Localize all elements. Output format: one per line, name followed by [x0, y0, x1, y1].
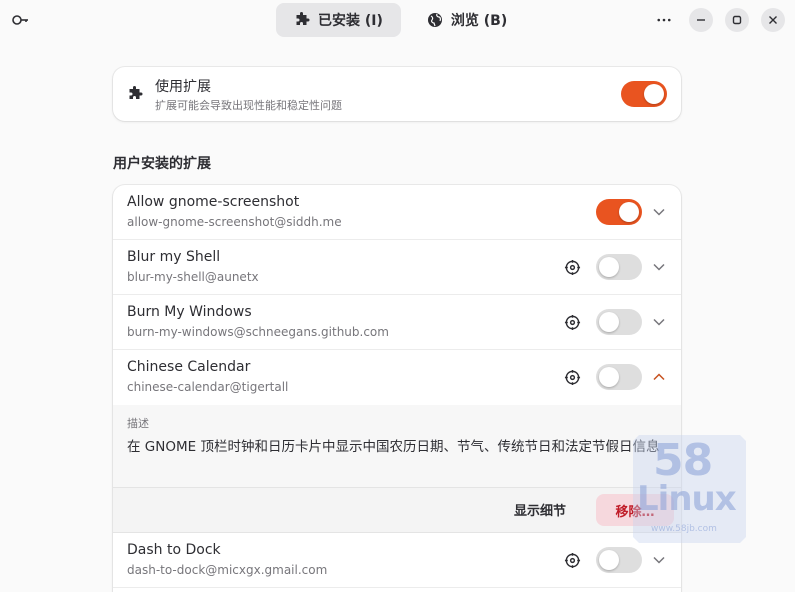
globe-icon	[427, 13, 442, 27]
extension-uuid: burn-my-windows@schneegans.github.com	[127, 325, 389, 339]
extension-uuid: dash-to-dock@micxgx.gmail.com	[127, 563, 328, 577]
chevron-down-icon[interactable]	[652, 262, 666, 272]
use-extensions-switch[interactable]	[621, 81, 667, 107]
extension-name: Blur my Shell	[127, 249, 221, 265]
close-icon	[769, 16, 777, 24]
extension-name: Chinese Calendar	[127, 359, 251, 375]
tab-installed-label: 已安装 (I)	[318, 13, 383, 29]
use-extensions-subtitle: 扩展可能会导致出现性能和稳定性问题	[155, 99, 342, 112]
key-icon[interactable]	[10, 10, 30, 30]
extension-row-chinese-calendar[interactable]: Chinese Calendar chinese-calendar@tigert…	[113, 350, 681, 405]
extension-uuid: blur-my-shell@aunetx	[127, 270, 259, 284]
maximize-button[interactable]	[725, 8, 749, 32]
extension-row-allow-gnome-screenshot[interactable]: Allow gnome-screenshot allow-gnome-scree…	[113, 185, 681, 240]
extension-switch[interactable]	[596, 199, 642, 225]
description-label: 描述	[127, 417, 149, 430]
extension-row-burn-my-windows[interactable]: Burn My Windows burn-my-windows@schneega…	[113, 295, 681, 350]
main-menu-button[interactable]	[651, 7, 677, 33]
use-extensions-row: 使用扩展 扩展可能会导致出现性能和稳定性问题	[113, 67, 681, 121]
section-title: 用户安装的扩展	[113, 156, 211, 172]
minimize-button[interactable]	[689, 8, 713, 32]
tab-browse[interactable]: 浏览 (B)	[409, 3, 525, 37]
extension-name: Burn My Windows	[127, 304, 252, 320]
minimize-icon	[697, 19, 705, 21]
extension-list: Allow gnome-screenshot allow-gnome-scree…	[113, 185, 681, 592]
chevron-down-icon[interactable]	[652, 317, 666, 327]
puzzle-icon	[296, 12, 310, 25]
use-extensions-title: 使用扩展	[155, 79, 211, 95]
chevron-down-icon[interactable]	[652, 207, 666, 217]
tab-installed[interactable]: 已安装 (I)	[276, 3, 401, 37]
show-details-button[interactable]: 显示细节	[514, 500, 566, 519]
settings-icon[interactable]	[564, 552, 581, 569]
extension-switch[interactable]	[596, 309, 642, 335]
extension-uuid: chinese-calendar@tigertall	[127, 380, 289, 394]
extension-row-dash-to-dock[interactable]: Dash to Dock dash-to-dock@micxgx.gmail.c…	[113, 533, 681, 588]
puzzle-icon	[129, 86, 143, 99]
extension-description-panel: 描述 在 GNOME 顶栏时钟和日历卡片中显示中国农历日期、节气、传统节日和法定…	[113, 405, 681, 488]
watermark-brand: Linux	[637, 479, 737, 519]
settings-icon[interactable]	[564, 314, 581, 331]
more-icon	[657, 18, 671, 22]
description-text: 在 GNOME 顶栏时钟和日历卡片中显示中国农历日期、节气、传统节日和法定节假日…	[127, 439, 660, 455]
extension-name: Allow gnome-screenshot	[127, 194, 300, 210]
chevron-down-icon[interactable]	[652, 555, 666, 565]
header-bar: 已安装 (I) 浏览 (B)	[0, 0, 795, 40]
view-switcher: 已安装 (I) 浏览 (B)	[276, 3, 525, 37]
watermark-logo: 58 Linux www.58jb.com	[633, 431, 746, 543]
extension-switch[interactable]	[596, 364, 642, 390]
settings-icon[interactable]	[564, 369, 581, 386]
watermark-url: www.58jb.com	[651, 524, 717, 534]
extension-actions: 显示细节 移除…	[113, 488, 681, 533]
extension-row-blur-my-shell[interactable]: Blur my Shell blur-my-shell@aunetx	[113, 240, 681, 295]
extension-switch[interactable]	[596, 254, 642, 280]
maximize-icon	[732, 15, 742, 25]
tab-browse-label: 浏览 (B)	[450, 13, 508, 29]
extension-switch[interactable]	[596, 547, 642, 573]
extension-uuid: allow-gnome-screenshot@siddh.me	[127, 215, 342, 229]
extension-name: Dash to Dock	[127, 542, 221, 558]
close-button[interactable]	[761, 8, 785, 32]
settings-icon[interactable]	[564, 259, 581, 276]
window-controls	[651, 7, 785, 33]
chevron-up-icon[interactable]	[652, 372, 666, 382]
